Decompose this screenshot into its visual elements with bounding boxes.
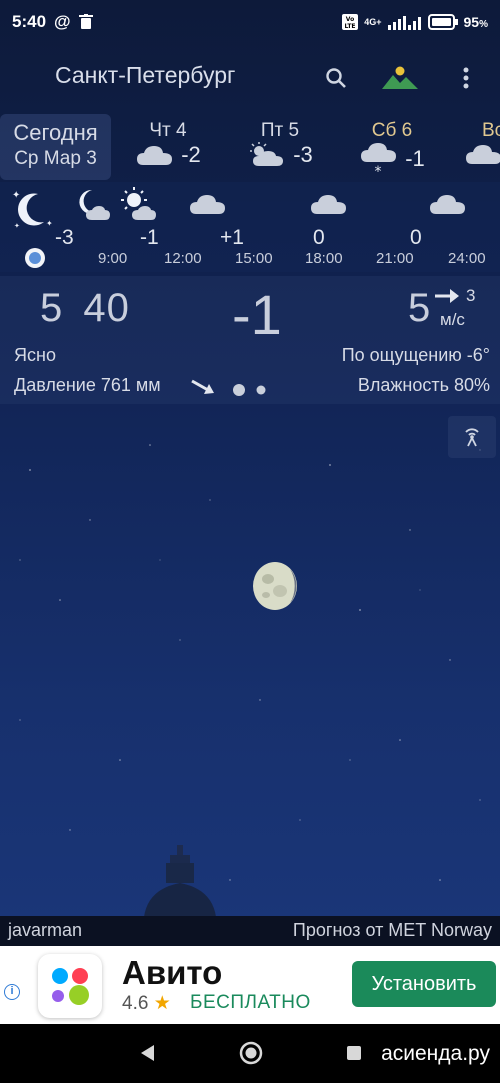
status-time: 5:40 xyxy=(12,12,47,31)
wind-gust: 3 xyxy=(466,286,476,305)
day-item[interactable]: Чт 4 -2 xyxy=(128,114,208,180)
forecast-source[interactable]: Прогноз от MET Norway xyxy=(293,920,492,941)
ad-banner[interactable]: i Авито 4.6 ★ БЕСПЛАТНО Установить xyxy=(0,946,500,1024)
now-marker-icon xyxy=(25,248,45,268)
hour-temp: 0 xyxy=(410,226,422,249)
battery-level: 95% xyxy=(463,14,488,30)
photo-author[interactable]: javarman xyxy=(8,920,82,941)
day-item[interactable]: Пт 5 -3 xyxy=(240,114,320,180)
cloud-icon xyxy=(137,146,173,165)
app-bar: Санкт-Петербург xyxy=(0,50,500,104)
recents-icon xyxy=(347,1046,361,1060)
cloud-icon xyxy=(466,145,500,164)
trash-icon xyxy=(78,14,93,29)
svg-text:✦: ✦ xyxy=(46,219,52,228)
svg-text:✦: ✦ xyxy=(14,222,20,230)
install-button[interactable]: Установить xyxy=(352,961,496,1007)
svg-text:*: * xyxy=(375,164,382,176)
home-button[interactable] xyxy=(238,1040,264,1066)
hour-time: 21:00 xyxy=(376,250,414,267)
day-name: Пт 5 xyxy=(260,120,300,141)
pressure-trend-icon xyxy=(191,379,214,394)
day-item[interactable]: Сб 6 * -1 xyxy=(352,114,432,180)
moon-cloud-icon xyxy=(79,189,110,220)
feels-like: По ощущению -6° xyxy=(341,345,490,365)
sun-cloud-icon xyxy=(250,142,284,166)
recents-button[interactable] xyxy=(341,1040,367,1066)
day-item[interactable]: Вс xyxy=(462,114,500,180)
signal-icon xyxy=(387,16,421,30)
ad-info-icon[interactable]: i xyxy=(4,984,20,1000)
hour-time: 18:00 xyxy=(305,250,343,267)
at-icon: @ xyxy=(54,12,71,31)
day-name: Сегодня xyxy=(13,120,98,145)
moon-phase-dots-icon xyxy=(233,384,266,396)
credits-bar: javarman Прогноз от MET Norway xyxy=(0,916,500,946)
hour-time: 9:00 xyxy=(98,250,128,267)
hour-temp: -1 xyxy=(140,226,159,249)
wind-unit: м/с xyxy=(440,310,465,329)
avito-logo-icon xyxy=(52,968,89,1005)
star-icon: ★ xyxy=(153,993,171,1014)
hour-temp: -3 xyxy=(55,226,74,249)
svg-text:Vo: Vo xyxy=(346,16,354,23)
current-conditions: 5 40 -1 5 3 м/с Ясно По ощущению -6° Дав… xyxy=(0,276,500,404)
hour-time: 12:00 xyxy=(164,250,202,267)
day-today[interactable]: Сегодня Ср Мар 3 xyxy=(0,114,111,180)
day-temp: -1 xyxy=(405,146,425,171)
day-name: Вс xyxy=(482,120,500,141)
day-name: Сб 6 xyxy=(371,120,413,141)
svg-text:✦: ✦ xyxy=(12,190,20,201)
day-temp: -2 xyxy=(181,142,201,167)
city-title[interactable]: Санкт-Петербург xyxy=(55,62,235,89)
watermark-text: асиенда.ру xyxy=(381,1042,490,1065)
more-icon[interactable] xyxy=(448,60,484,96)
snow-cloud-icon: * xyxy=(361,143,397,176)
svg-text:LTE: LTE xyxy=(345,23,356,30)
home-icon xyxy=(239,1041,263,1065)
humidity: Влажность 80% xyxy=(357,375,490,395)
volte-icon: VoLTE xyxy=(342,14,359,30)
hour-temp: 0 xyxy=(313,226,325,249)
radar-button[interactable] xyxy=(448,416,496,458)
ad-rating: 4.6 ★ xyxy=(122,993,171,1014)
hour-temp: +1 xyxy=(220,226,244,249)
day-temp: -3 xyxy=(293,142,313,167)
landscape-icon[interactable] xyxy=(382,60,418,96)
cloud-icon xyxy=(430,195,465,214)
moon-stars-icon: ✦ ✦ ✦ xyxy=(12,190,52,230)
ad-title[interactable]: Авито xyxy=(122,954,222,992)
current-time: 5 40 xyxy=(40,286,130,330)
cathedral-dome-image xyxy=(144,845,216,917)
battery-icon xyxy=(427,14,458,30)
current-temp: -1 xyxy=(232,283,282,346)
status-bar: 5:40 @ Vo LTE 4G+ 95% xyxy=(0,0,500,44)
day-date: Ср Мар 3 xyxy=(14,148,97,169)
network-type: 4G+ xyxy=(364,17,382,27)
daily-forecast: Сегодня Ср Мар 3 Чт 4 -2 Пт 5 -3 Сб 6 * … xyxy=(0,114,500,180)
cloud-icon xyxy=(190,195,225,214)
condition-text: Ясно xyxy=(14,345,56,365)
search-icon[interactable] xyxy=(318,60,354,96)
back-icon xyxy=(141,1045,154,1061)
pressure: Давление 761 мм xyxy=(14,375,161,395)
radar-icon xyxy=(465,428,479,447)
back-button[interactable] xyxy=(134,1040,160,1066)
hour-time: 15:00 xyxy=(235,250,273,267)
sun-cloud-icon xyxy=(121,187,156,220)
ad-price: БЕСПЛАТНО xyxy=(190,992,311,1013)
moon-image xyxy=(253,562,297,610)
cloud-icon xyxy=(311,195,346,214)
ad-app-logo[interactable] xyxy=(38,954,102,1018)
wind-speed: 5 xyxy=(408,286,431,330)
day-name: Чт 4 xyxy=(149,120,187,141)
hour-time: 24:00 xyxy=(448,250,486,267)
wind-arrow-icon xyxy=(435,289,459,303)
system-nav-bar: асиенда.ру xyxy=(0,1024,500,1083)
